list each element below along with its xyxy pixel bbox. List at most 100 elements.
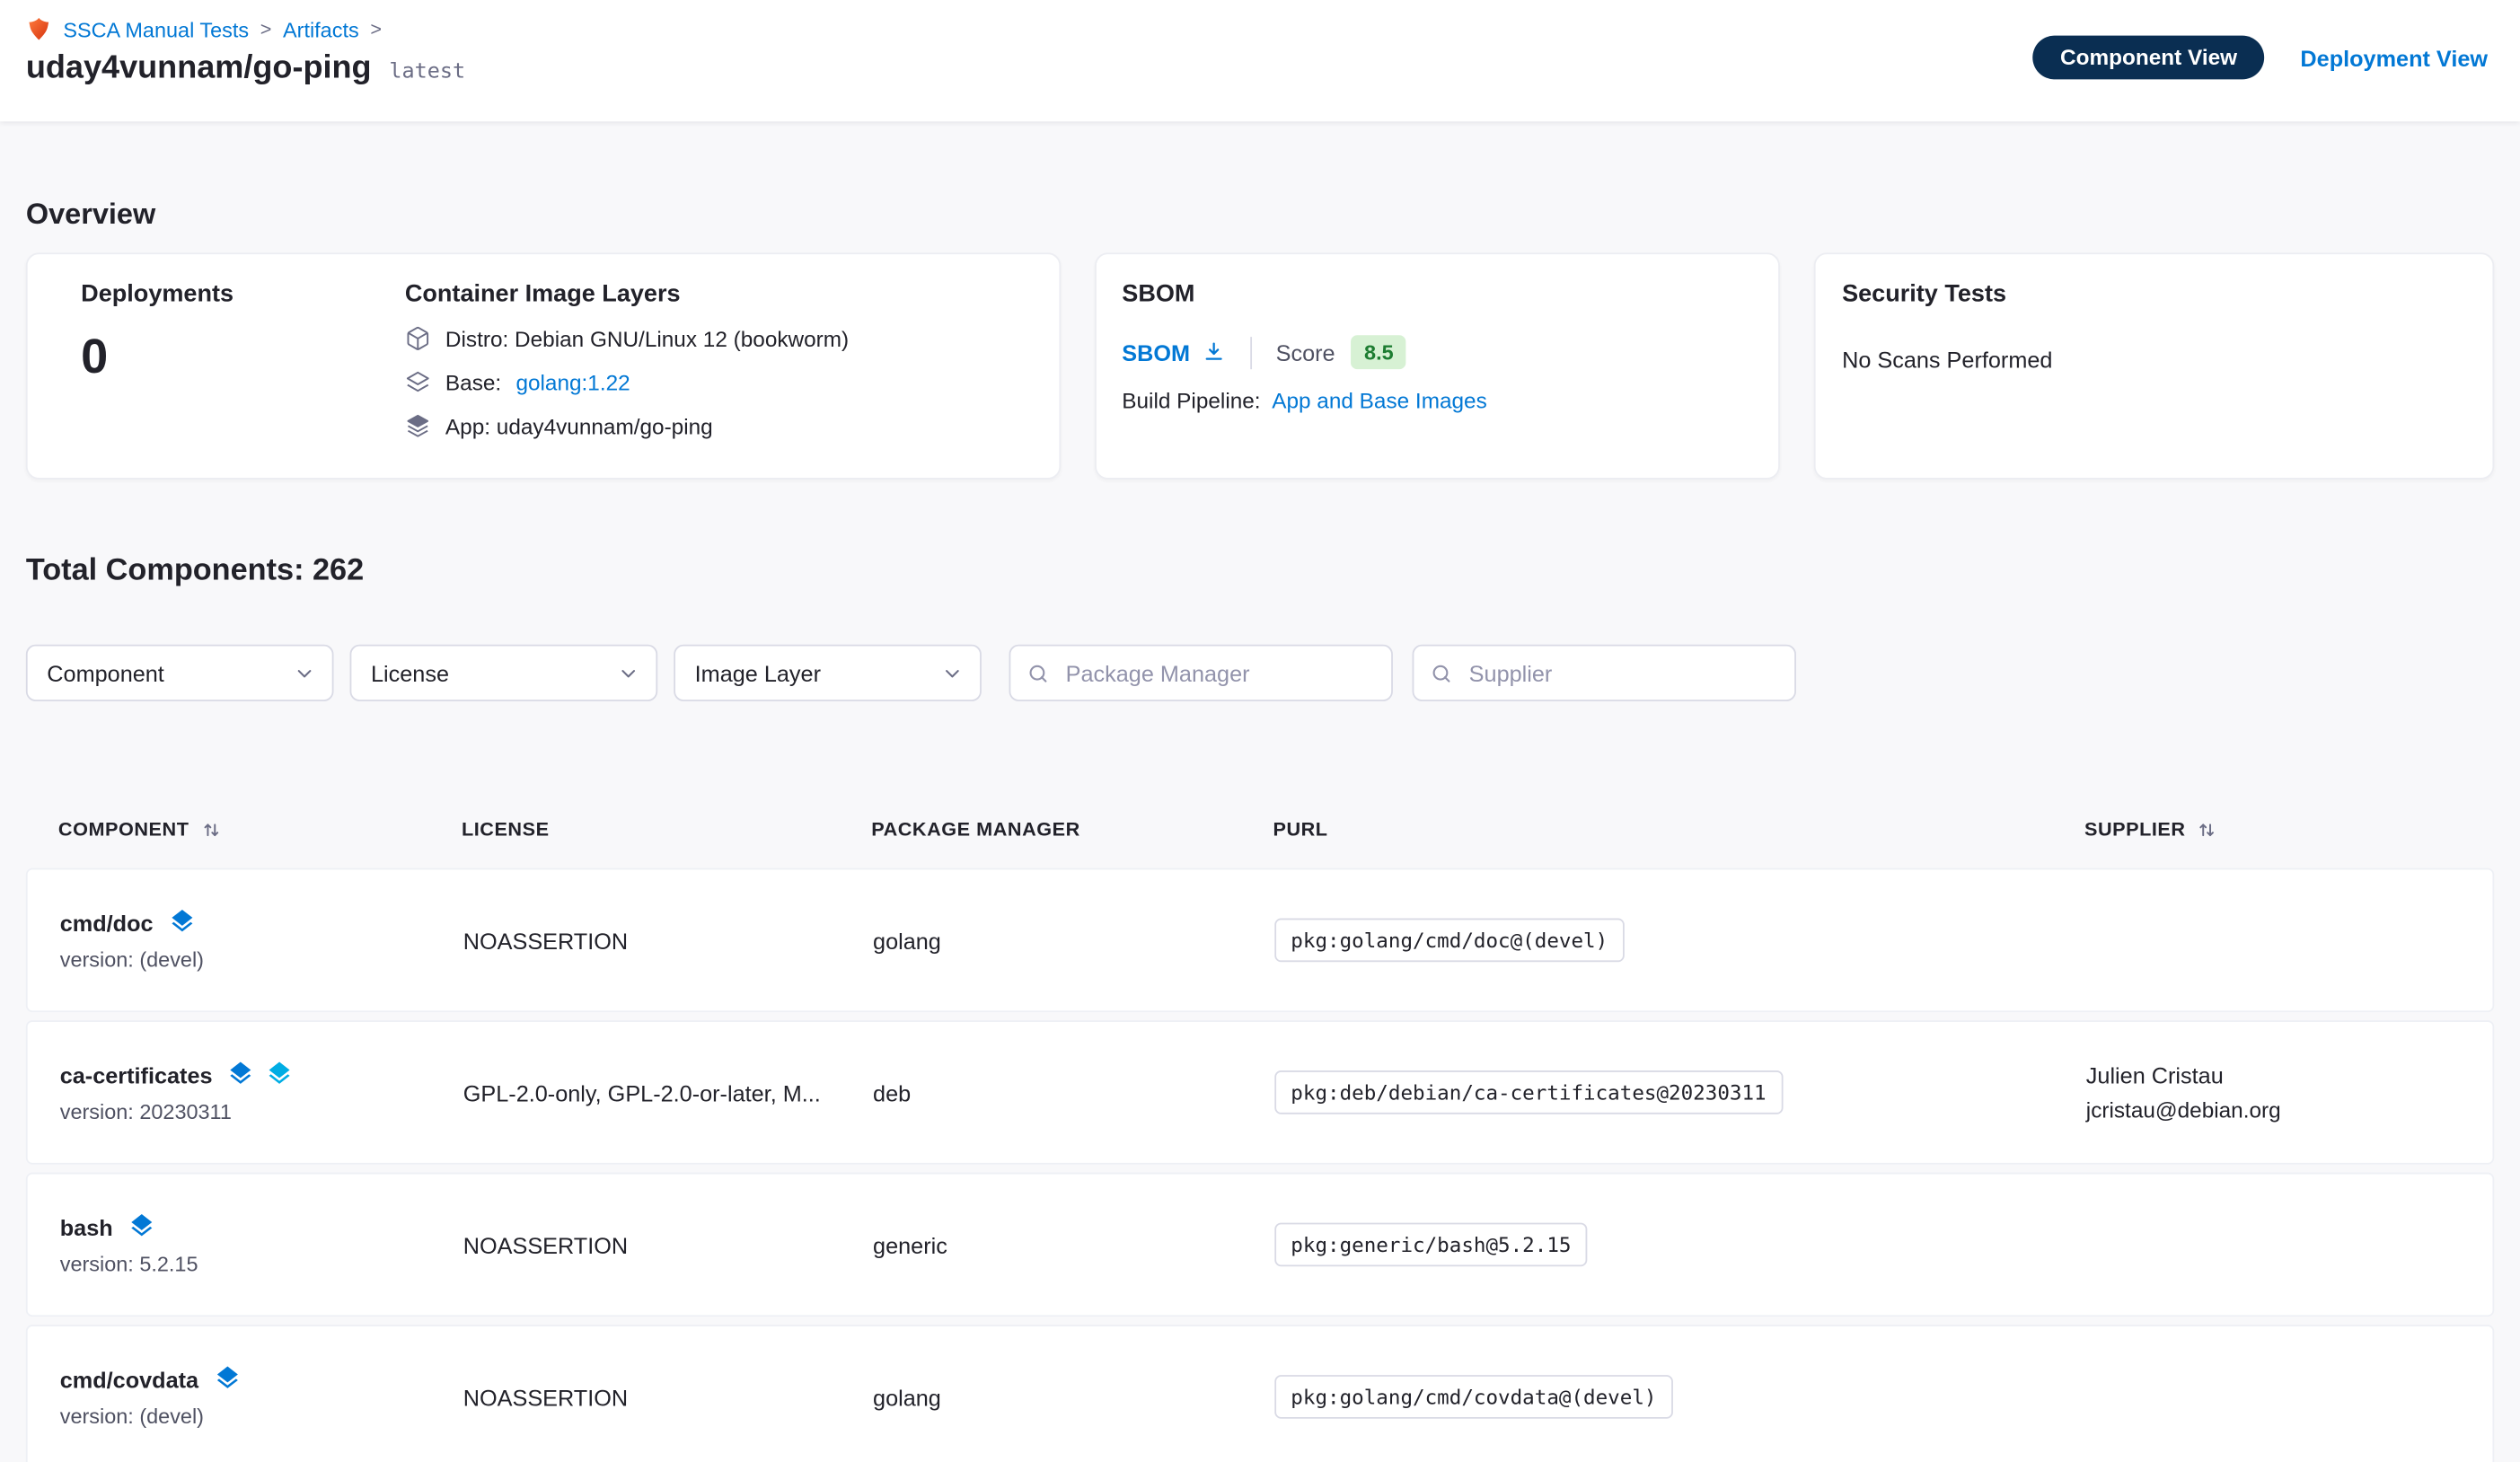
app-image-row: App: uday4vunnam/go-ping — [405, 413, 849, 439]
layers-three-icon — [405, 413, 431, 439]
purl-chip: pkg:golang/cmd/doc@(devel) — [1274, 919, 1624, 963]
overview-cards: Deployments 0 Container Image Layers Dis… — [26, 252, 2494, 479]
purl-cell: pkg:deb/debian/ca-certificates@20230311 — [1274, 1070, 2086, 1114]
component-filter-label: Component — [47, 660, 164, 686]
chevron-down-icon — [293, 662, 315, 684]
component-layer-icons — [128, 1213, 155, 1241]
table-row[interactable]: ca-certificates version: 20230311 GPL-2.… — [26, 1020, 2494, 1165]
component-name: ca-certificates — [60, 1061, 213, 1088]
table-header-purl: PURL — [1273, 818, 2084, 841]
score-badge: 8.5 — [1352, 335, 1406, 369]
package-manager-cell: deb — [873, 1079, 1274, 1105]
breadcrumb: SSCA Manual Tests > Artifacts > — [26, 16, 465, 42]
cube-icon — [405, 325, 431, 351]
chevron-down-icon — [941, 662, 964, 684]
component-filter-dropdown[interactable]: Component — [26, 645, 334, 701]
search-icon — [1430, 662, 1466, 684]
component-version: version: (devel) — [60, 1405, 463, 1429]
license-cell: NOASSERTION — [463, 1231, 873, 1257]
sbom-card: SBOM SBOM Score 8.5 Build Pipeline: App … — [1095, 252, 1781, 479]
table-header-supplier[interactable]: SUPPLIER — [2084, 818, 2494, 841]
page-title: uday4vunnam/go-ping — [26, 50, 372, 87]
component-cell: ca-certificates version: 20230311 — [60, 1061, 463, 1123]
table-header-row: COMPONENT LICENSE PACKAGE MANAGER PURL S… — [26, 805, 2494, 853]
supplier-email: jcristau@debian.org — [2086, 1098, 2493, 1123]
supplier-name: Julien Cristau — [2086, 1062, 2493, 1088]
container-image-layers-section: Container Image Layers Distro: Debian GN… — [405, 280, 849, 452]
deployments-section: Deployments 0 — [54, 280, 405, 452]
package-manager-cell: generic — [873, 1231, 1274, 1257]
sbom-heading: SBOM — [1122, 280, 1753, 308]
component-view-button[interactable]: Component View — [2032, 36, 2264, 80]
search-icon — [1027, 662, 1062, 684]
image-layer-filter-dropdown[interactable]: Image Layer — [674, 645, 982, 701]
component-version: version: 5.2.15 — [60, 1252, 463, 1276]
purl-cell: pkg:golang/cmd/doc@(devel) — [1274, 919, 2086, 963]
deployments-count: 0 — [81, 330, 405, 385]
component-name: cmd/doc — [60, 910, 154, 936]
table-row[interactable]: bash version: 5.2.15 NOASSERTION generic… — [26, 1173, 2494, 1317]
component-layer-icons — [213, 1365, 241, 1393]
download-icon — [1202, 340, 1226, 365]
layers-icon[interactable] — [128, 1213, 155, 1241]
build-pipeline-row: Build Pipeline: App and Base Images — [1122, 389, 1753, 413]
harness-logo-icon — [26, 16, 52, 42]
base-image-link[interactable]: golang:1.22 — [515, 370, 630, 394]
artifact-tag: latest — [389, 60, 465, 84]
deployment-view-link[interactable]: Deployment View — [2300, 45, 2488, 71]
sort-icon — [2197, 819, 2217, 840]
deployments-label: Deployments — [81, 280, 405, 308]
security-tests-status: No Scans Performed — [1842, 347, 2466, 373]
container-image-layers-heading: Container Image Layers — [405, 280, 849, 308]
layers-two-icon — [405, 369, 431, 395]
layers-icon[interactable] — [213, 1365, 241, 1393]
base-image-row: Base: golang:1.22 — [405, 369, 849, 395]
build-pipeline-label: Build Pipeline: — [1122, 389, 1260, 413]
distro-text: Distro: Debian GNU/Linux 12 (bookworm) — [445, 326, 849, 350]
table-header-package-manager: PACKAGE MANAGER — [871, 818, 1273, 841]
sbom-row: SBOM Score 8.5 — [1122, 335, 1753, 369]
sbom-download-label: SBOM — [1122, 339, 1190, 366]
component-cell: cmd/doc version: (devel) — [60, 909, 463, 972]
purl-chip: pkg:deb/debian/ca-certificates@20230311 — [1274, 1070, 1782, 1114]
layers-icon[interactable] — [266, 1061, 294, 1088]
distro-row: Distro: Debian GNU/Linux 12 (bookworm) — [405, 325, 849, 351]
sbom-download-link[interactable]: SBOM — [1122, 339, 1225, 366]
table-row[interactable]: cmd/covdata version: (devel) NOASSERTION… — [26, 1325, 2494, 1462]
page-header: SSCA Manual Tests > Artifacts > uday4vun… — [0, 0, 2520, 121]
package-manager-search-input[interactable] — [1062, 658, 1375, 687]
component-cell: bash version: 5.2.15 — [60, 1213, 463, 1276]
score-label: Score — [1276, 339, 1335, 366]
component-name: bash — [60, 1214, 113, 1240]
image-layer-filter-label: Image Layer — [695, 660, 821, 686]
license-cell: NOASSERTION — [463, 927, 873, 953]
header-right: Component View Deployment View — [2032, 0, 2488, 79]
layers-icon[interactable] — [168, 909, 196, 937]
purl-chip: pkg:golang/cmd/covdata@(devel) — [1274, 1375, 1672, 1419]
package-manager-cell: golang — [873, 927, 1274, 953]
supplier-search-input[interactable] — [1466, 658, 1778, 687]
table-row[interactable]: cmd/doc version: (devel) NOASSERTION gol… — [26, 868, 2494, 1013]
component-cell: cmd/covdata version: (devel) — [60, 1365, 463, 1428]
deployments-and-layers-card: Deployments 0 Container Image Layers Dis… — [26, 252, 1061, 479]
build-pipeline-link[interactable]: App and Base Images — [1272, 389, 1487, 413]
overview-heading: Overview — [26, 198, 2494, 232]
license-filter-label: License — [371, 660, 449, 686]
table-header-license: LICENSE — [462, 818, 871, 841]
title-row: uday4vunnam/go-ping latest — [26, 50, 465, 87]
base-label: Base: — [445, 370, 501, 394]
breadcrumb-link-ssca-manual-tests[interactable]: SSCA Manual Tests — [63, 17, 249, 41]
table-header-component[interactable]: COMPONENT — [58, 818, 462, 841]
breadcrumb-link-artifacts[interactable]: Artifacts — [283, 17, 359, 41]
component-version: version: (devel) — [60, 947, 463, 972]
security-tests-heading: Security Tests — [1842, 280, 2466, 308]
vertical-divider — [1250, 336, 1252, 368]
supplier-searchbox — [1413, 645, 1796, 701]
license-filter-dropdown[interactable]: License — [350, 645, 658, 701]
main-content: Overview Deployments 0 Container Image L… — [0, 198, 2520, 1462]
components-table: COMPONENT LICENSE PACKAGE MANAGER PURL S… — [26, 805, 2494, 1462]
breadcrumb-separator: > — [370, 18, 382, 40]
total-components-heading: Total Components: 262 — [26, 554, 2494, 590]
breadcrumb-separator: > — [260, 18, 272, 40]
layers-icon[interactable] — [227, 1061, 255, 1088]
